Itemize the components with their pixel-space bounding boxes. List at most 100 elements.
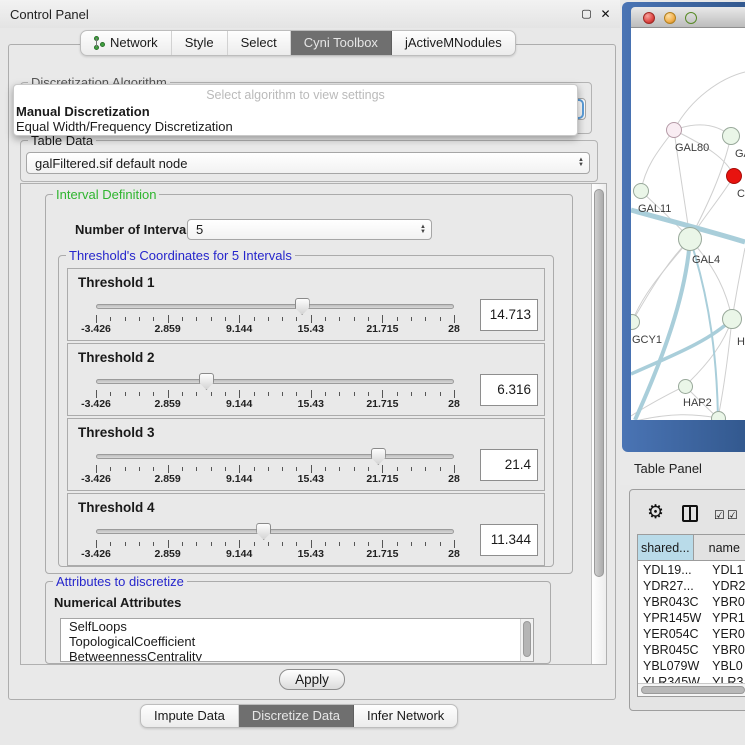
network-node[interactable] — [678, 227, 702, 251]
network-node[interactable] — [722, 127, 740, 145]
threshold-row-1: Threshold 1 -3.4262.8599.14415.4321.7152… — [67, 268, 545, 341]
table-row[interactable]: YBR043CYBR0 — [638, 594, 745, 610]
table-row[interactable]: YLR345WYLR3 — [638, 674, 745, 683]
mac-zoom-icon[interactable] — [685, 12, 697, 24]
column-header-name[interactable]: name — [694, 535, 745, 560]
cyni-mode-tab-bar: Impute Data Discretize Data Infer Networ… — [140, 704, 458, 728]
settings-vertical-scrollbar[interactable] — [591, 184, 606, 664]
apply-button[interactable]: Apply — [279, 669, 345, 690]
interval-definition-group: Interval Definition Number of Intervals … — [45, 194, 573, 574]
threshold-row-2: Threshold 2 -3.4262.8599.14415.4321.7152… — [67, 343, 545, 416]
threshold-3-value-field[interactable]: 21.4 — [480, 449, 538, 481]
numerical-attributes-list: SelfLoops TopologicalCoefficient Between… — [60, 618, 534, 662]
float-window-icon[interactable]: ▢ — [580, 8, 593, 21]
algorithm-option-manual[interactable]: Manual Discretization — [16, 104, 150, 119]
tab-infer-network[interactable]: Infer Network — [354, 705, 457, 727]
threshold-3-label: Threshold 3 — [78, 425, 155, 440]
node-label: C — [737, 188, 745, 200]
slider-thumb[interactable] — [371, 448, 386, 465]
gear-icon[interactable]: ⚙ — [647, 501, 664, 524]
network-node[interactable] — [722, 309, 742, 329]
mac-close-icon[interactable] — [643, 12, 655, 24]
node-label: GAL4 — [692, 254, 720, 266]
attributes-list-scrollbar[interactable] — [520, 619, 533, 661]
threshold-1-value-field[interactable]: 14.713 — [480, 299, 538, 331]
threshold-4-value-field[interactable]: 11.344 — [480, 524, 538, 556]
table-row[interactable]: YBL079WYBL0 — [638, 658, 745, 674]
table-horizontal-scrollbar[interactable] — [638, 683, 745, 696]
network-node[interactable] — [633, 183, 649, 199]
list-item[interactable]: TopologicalCoefficient — [61, 634, 533, 649]
scrollbar-thumb[interactable] — [594, 189, 604, 577]
checkbox-icon[interactable]: ☑ — [727, 508, 738, 522]
node-label: HAP2 — [683, 397, 712, 409]
thresholds-group-label: Threshold's Coordinates for 5 Intervals — [66, 248, 295, 263]
network-node[interactable] — [711, 411, 726, 420]
control-panel-tab-bar: Network Style Select Cyni Toolbox jActiv… — [80, 30, 516, 56]
tab-label: Style — [185, 31, 214, 55]
columns-icon[interactable] — [682, 505, 698, 522]
settings-scroll-pane: Interval Definition Number of Intervals … — [20, 183, 607, 665]
combo-stepper-icon: ▲▼ — [573, 158, 589, 168]
threshold-2-label: Threshold 2 — [78, 350, 155, 365]
node-label: GA — [735, 148, 745, 160]
table-panel-title: Table Panel — [634, 461, 702, 476]
table-row[interactable]: YDR27...YDR2 — [638, 578, 745, 594]
checkbox-icon[interactable]: ☑ — [714, 508, 725, 522]
network-node-selected[interactable] — [726, 168, 742, 184]
algorithm-option-equal-width[interactable]: Equal Width/Frequency Discretization — [16, 119, 233, 134]
table-row[interactable]: YPR145WYPR1 — [638, 610, 745, 626]
tab-select[interactable]: Select — [228, 31, 291, 55]
thresholds-group: Threshold's Coordinates for 5 Intervals … — [58, 255, 554, 567]
slider-thumb[interactable] — [256, 523, 271, 540]
table-data-combo[interactable]: galFiltered.sif default node ▲▼ — [26, 152, 590, 174]
tab-label: Cyni Toolbox — [304, 31, 378, 55]
scrollbar-thumb[interactable] — [523, 621, 531, 657]
threshold-4-label: Threshold 4 — [78, 500, 155, 515]
threshold-1-label: Threshold 1 — [78, 275, 155, 290]
tab-network[interactable]: Network — [81, 31, 172, 55]
list-item[interactable]: BetweennessCentrality — [61, 649, 533, 662]
network-node[interactable] — [666, 122, 682, 138]
tab-label: Network — [110, 31, 158, 55]
close-window-icon[interactable]: ✕ — [599, 8, 612, 21]
tab-label: jActiveMNodules — [405, 31, 502, 55]
control-panel-title: Control Panel — [10, 7, 89, 22]
interval-definition-group-label: Interval Definition — [53, 187, 159, 202]
attributes-group: Attributes to discretize Numerical Attri… — [45, 581, 551, 664]
mac-minimize-icon[interactable] — [664, 12, 676, 24]
node-label: GCY1 — [632, 334, 662, 346]
scrollbar-thumb[interactable] — [641, 686, 745, 694]
table-row[interactable]: YER054CYER0 — [638, 626, 745, 642]
algorithm-dropdown-popup: Select algorithm to view settings Manual… — [13, 84, 578, 136]
tab-discretize-data[interactable]: Discretize Data — [239, 705, 354, 727]
table-row[interactable]: YDL19...YDL1 — [638, 562, 745, 578]
control-panel-titlebar — [0, 0, 620, 28]
list-item[interactable]: SelfLoops — [61, 619, 533, 634]
network-window-titlebar[interactable] — [631, 7, 745, 28]
tab-impute-data[interactable]: Impute Data — [141, 705, 239, 727]
column-header-shared[interactable]: shared... — [638, 535, 694, 560]
threshold-row-3: Threshold 3 -3.4262.8599.14415.4321.7152… — [67, 418, 545, 491]
node-table: shared... name YDL19...YDL1 YDR27...YDR2… — [637, 534, 745, 697]
network-icon — [94, 36, 105, 50]
attributes-group-label: Attributes to discretize — [53, 574, 187, 589]
number-of-intervals-label: Number of Intervals — [75, 222, 197, 237]
tab-label: Select — [241, 31, 277, 55]
threshold-2-value-field[interactable]: 6.316 — [480, 374, 538, 406]
network-node[interactable] — [678, 379, 693, 394]
table-row[interactable]: YBR045CYBR0 — [638, 642, 745, 658]
number-of-intervals-value: 5 — [188, 222, 415, 237]
slider-thumb[interactable] — [199, 373, 214, 390]
table-data-combo-value: galFiltered.sif default node — [27, 156, 573, 171]
number-of-intervals-combo[interactable]: 5 ▲▼ — [187, 219, 432, 240]
network-canvas[interactable]: GAL80 GA C GAL11 GAL4 GCY1 H HAP2 — [631, 28, 745, 420]
tab-label: Impute Data — [154, 705, 225, 727]
tab-style[interactable]: Style — [172, 31, 228, 55]
combo-stepper-icon: ▲▼ — [415, 225, 431, 235]
tab-jactivemnodules[interactable]: jActiveMNodules — [392, 31, 515, 55]
table-header-row: shared... name — [638, 535, 745, 561]
slider-thumb[interactable] — [295, 298, 310, 315]
tab-cyni-toolbox[interactable]: Cyni Toolbox — [291, 31, 392, 55]
tab-label: Discretize Data — [252, 705, 340, 727]
